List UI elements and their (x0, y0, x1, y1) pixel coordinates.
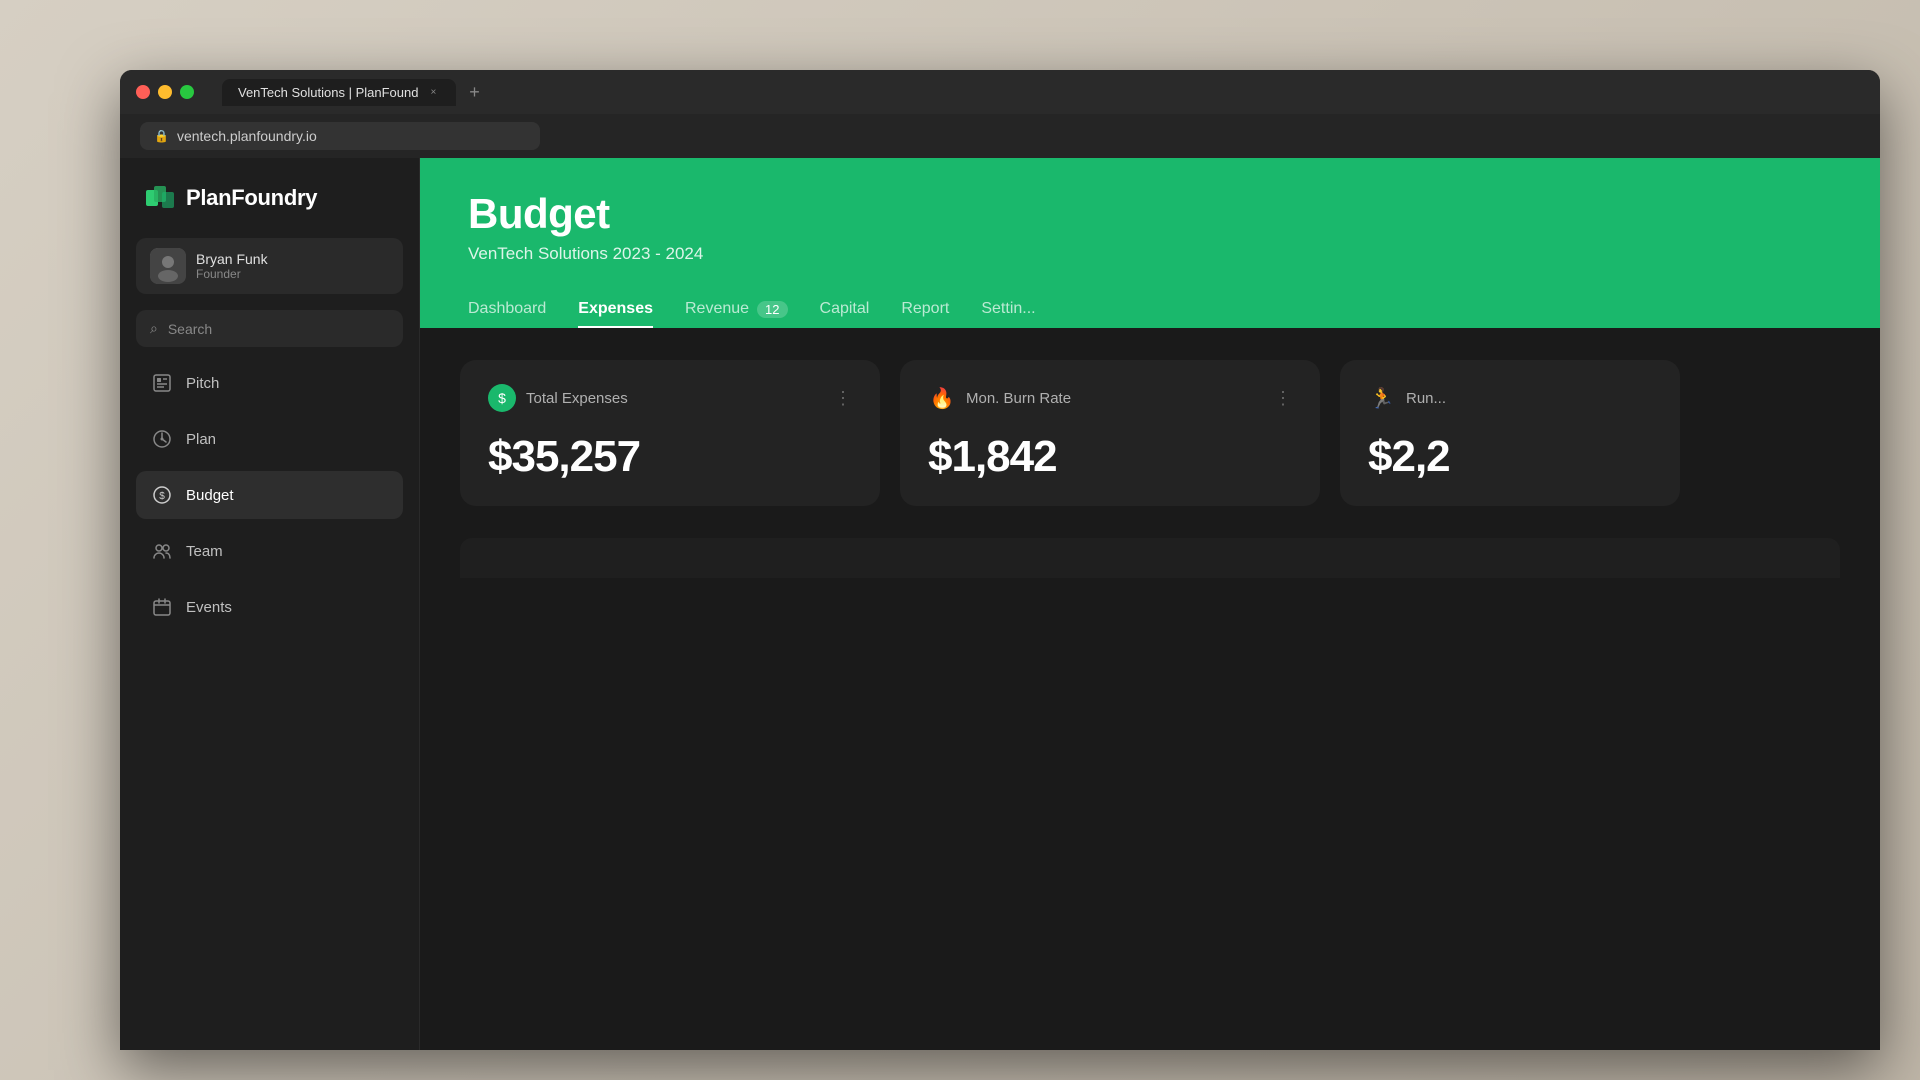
user-info: Bryan Funk Founder (196, 251, 268, 281)
bottom-section (420, 538, 1880, 1050)
avatar (150, 248, 186, 284)
pitch-icon (150, 371, 174, 395)
tab-dashboard[interactable]: Dashboard (468, 292, 546, 328)
logo-area: PlanFoundry (136, 182, 403, 214)
page-title: Budget (468, 190, 1832, 238)
card-header-runway: 🏃 Run... (1368, 384, 1652, 412)
sidebar-item-pitch[interactable]: Pitch (136, 359, 403, 407)
traffic-light-minimize[interactable] (158, 85, 172, 99)
sidebar-item-plan[interactable]: Plan (136, 415, 403, 463)
planfoundry-logo-icon (144, 182, 176, 214)
burn-rate-label: Mon. Burn Rate (966, 390, 1071, 407)
runway-card: 🏃 Run... $2,2 (1340, 360, 1680, 506)
total-expenses-menu[interactable]: ⋮ (834, 388, 852, 409)
total-expenses-value: $35,257 (488, 432, 852, 482)
browser-chrome: VenTech Solutions | PlanFound × + (120, 70, 1880, 114)
team-icon (150, 539, 174, 563)
tabs-row: Dashboard Expenses Revenue 12 Capital (468, 292, 1832, 328)
runway-value: $2,2 (1368, 432, 1652, 482)
tab-capital[interactable]: Capital (820, 292, 870, 328)
cards-section: $ Total Expenses ⋮ $35,257 🔥 Mon. B (420, 328, 1880, 538)
page-subtitle: VenTech Solutions 2023 - 2024 (468, 244, 1832, 264)
budget-icon: $ (150, 483, 174, 507)
header-banner: Budget VenTech Solutions 2023 - 2024 Das… (420, 158, 1880, 328)
runway-label: Run... (1406, 390, 1446, 407)
events-icon (150, 595, 174, 619)
search-box[interactable]: ⌕ Search (136, 310, 403, 347)
traffic-light-fullscreen[interactable] (180, 85, 194, 99)
burn-rate-value: $1,842 (928, 432, 1292, 482)
sidebar-item-budget[interactable]: $ Budget (136, 471, 403, 519)
card-label-row-expenses: $ Total Expenses (488, 384, 628, 412)
sidebar-item-budget-label: Budget (186, 487, 234, 504)
tab-close-button[interactable]: × (426, 85, 440, 99)
main-content: Budget VenTech Solutions 2023 - 2024 Das… (420, 158, 1880, 1050)
total-expenses-label: Total Expenses (526, 390, 628, 407)
burn-rate-card: 🔥 Mon. Burn Rate ⋮ $1,842 (900, 360, 1320, 506)
bottom-bar (460, 538, 1840, 578)
user-card[interactable]: Bryan Funk Founder (136, 238, 403, 294)
logo-text: PlanFoundry (186, 185, 317, 211)
url-text: ventech.planfoundry.io (177, 128, 317, 144)
total-expenses-icon: $ (488, 384, 516, 412)
card-label-row-burn: 🔥 Mon. Burn Rate (928, 384, 1071, 412)
active-tab[interactable]: VenTech Solutions | PlanFound × (222, 79, 456, 106)
tab-revenue[interactable]: Revenue 12 (685, 292, 788, 328)
tab-report[interactable]: Report (901, 292, 949, 328)
address-bar[interactable]: 🔒 ventech.planfoundry.io (140, 122, 540, 150)
browser-window: VenTech Solutions | PlanFound × + 🔒 vent… (120, 70, 1880, 1050)
runway-icon: 🏃 (1368, 384, 1396, 412)
revenue-badge: 12 (757, 301, 787, 318)
user-name: Bryan Funk (196, 251, 268, 267)
user-role: Founder (196, 267, 268, 281)
total-expenses-card: $ Total Expenses ⋮ $35,257 (460, 360, 880, 506)
tab-bar: VenTech Solutions | PlanFound × + (222, 78, 488, 106)
avatar-placeholder (150, 248, 186, 284)
traffic-lights (136, 85, 194, 99)
svg-text:$: $ (159, 491, 165, 502)
burn-rate-icon: 🔥 (928, 384, 956, 412)
app-layout: PlanFoundry (120, 158, 1880, 1050)
burn-rate-menu[interactable]: ⋮ (1274, 388, 1292, 409)
card-label-row-runway: 🏃 Run... (1368, 384, 1446, 412)
sidebar-item-events[interactable]: Events (136, 583, 403, 631)
sidebar-item-plan-label: Plan (186, 431, 216, 448)
tab-title: VenTech Solutions | PlanFound (238, 85, 418, 100)
desktop-background: VenTech Solutions | PlanFound × + 🔒 vent… (0, 0, 1920, 1080)
search-placeholder-text: Search (168, 321, 212, 337)
sidebar: PlanFoundry (120, 158, 420, 1050)
tab-expenses[interactable]: Expenses (578, 292, 653, 328)
plan-icon (150, 427, 174, 451)
sidebar-item-events-label: Events (186, 599, 232, 616)
card-header-burn: 🔥 Mon. Burn Rate ⋮ (928, 384, 1292, 412)
new-tab-button[interactable]: + (460, 78, 488, 106)
card-header-expenses: $ Total Expenses ⋮ (488, 384, 852, 412)
sidebar-item-team-label: Team (186, 543, 223, 560)
lock-icon: 🔒 (154, 129, 169, 143)
tab-settings[interactable]: Settin... (981, 292, 1035, 328)
traffic-light-close[interactable] (136, 85, 150, 99)
sidebar-item-pitch-label: Pitch (186, 375, 219, 392)
sidebar-item-team[interactable]: Team (136, 527, 403, 575)
address-bar-row: 🔒 ventech.planfoundry.io (120, 114, 1880, 158)
search-icon: ⌕ (150, 320, 158, 337)
